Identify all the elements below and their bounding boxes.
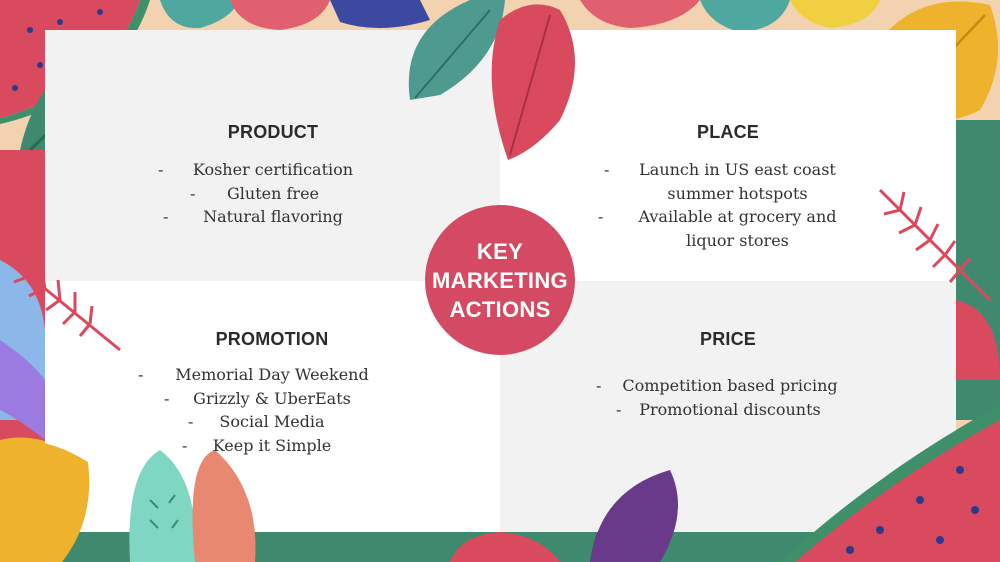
price-list: - Competition based pricing - Promotional … bbox=[590, 374, 870, 421]
list-item: - Natural flavoring bbox=[163, 207, 343, 226]
list-item: - Keep it Simple bbox=[182, 435, 332, 455]
list-item: - Kosher certification bbox=[158, 160, 354, 179]
product-list: - Kosher certification - Gluten free - Natu… bbox=[153, 158, 393, 229]
list-item: - Social Media bbox=[188, 412, 325, 431]
center-title: KEY MARKETING ACTIONS bbox=[432, 238, 568, 322]
slide: PRODUCT - Kosher certification - Gluten fr… bbox=[0, 0, 1000, 562]
promotion-list: - Memorial Day Weekend - Grizzly & UberEat… bbox=[132, 363, 412, 457]
place-list: - Launch in US east coast summer hotspots… bbox=[598, 158, 875, 252]
list-item: - Launch in US east coast bbox=[604, 160, 836, 179]
key-marketing-actions-badge: KEY MARKETING ACTIONS bbox=[425, 205, 575, 355]
product-heading: PRODUCT bbox=[227, 122, 319, 142]
list-item: - Promotional discounts bbox=[616, 399, 821, 419]
price-heading: PRICE bbox=[699, 329, 756, 349]
list-item: liquor stores bbox=[686, 230, 789, 250]
list-item: - Competition based pricing bbox=[596, 376, 838, 395]
place-heading: PLACE bbox=[696, 122, 759, 142]
list-item: - Gluten free bbox=[190, 183, 319, 203]
list-item: - Available at grocery and bbox=[598, 207, 837, 226]
list-item: - Memorial Day Weekend bbox=[138, 365, 369, 384]
list-item: summer hotspots bbox=[667, 183, 808, 203]
list-item: - Grizzly & UberEats bbox=[164, 388, 351, 408]
promotion-heading: PROMOTION bbox=[215, 329, 329, 349]
